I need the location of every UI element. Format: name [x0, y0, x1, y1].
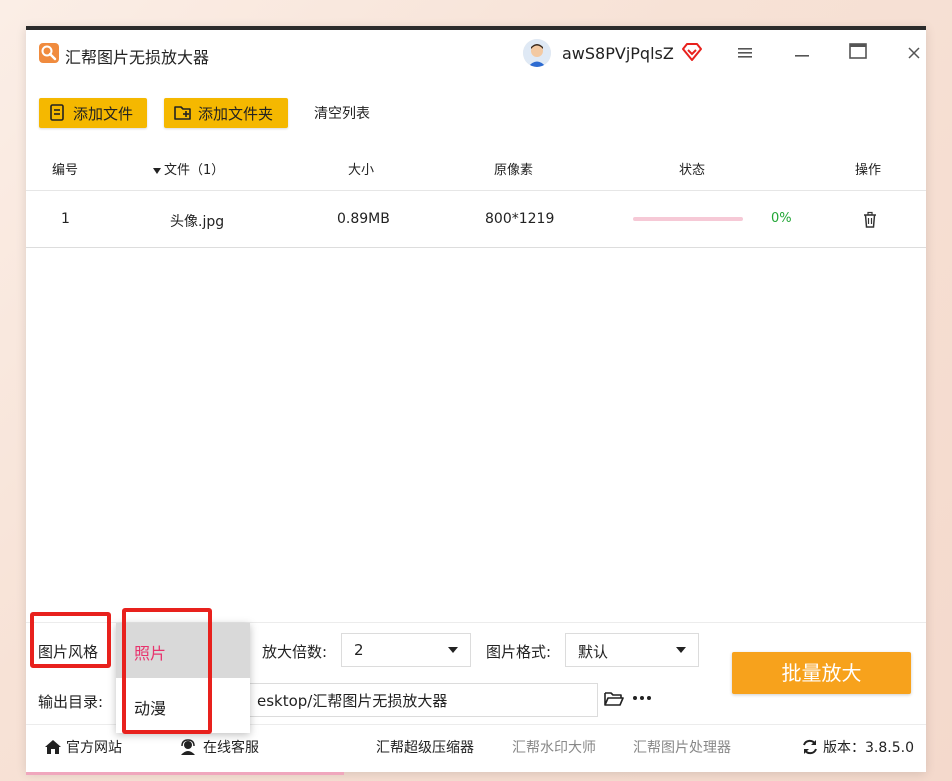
bottom-accent-bar [26, 772, 344, 775]
scale-label: 放大倍数: [262, 643, 328, 661]
progress-percent: 0% [771, 211, 792, 226]
scale-value: 2 [354, 641, 364, 659]
app-title: 汇帮图片无损放大器 [65, 48, 210, 67]
home-icon [45, 740, 61, 754]
menu-icon[interactable] [733, 42, 757, 66]
official-site-label: 官方网站 [66, 740, 122, 756]
maximize-icon[interactable] [846, 42, 870, 66]
format-value: 默认 [578, 643, 609, 661]
title-bar: 汇帮图片无损放大器 awS8PVjPqlsZ [26, 30, 926, 78]
avatar[interactable] [523, 39, 551, 67]
watermark-link[interactable]: 汇帮水印大师 [512, 737, 596, 757]
add-file-label: 添加文件 [73, 104, 134, 123]
add-folder-button[interactable]: 添加文件夹 [164, 98, 288, 128]
clear-list-button[interactable]: 清空列表 [314, 103, 370, 123]
chevron-down-icon [448, 647, 458, 653]
add-file-button[interactable]: 添加文件 [39, 98, 147, 128]
add-file-icon [50, 104, 64, 121]
row-filename: 头像.jpg [170, 214, 225, 230]
image-processor-link[interactable]: 汇帮图片处理器 [633, 737, 731, 757]
toolbar: 添加文件 添加文件夹 清空列表 [26, 78, 926, 138]
compressor-link[interactable]: 汇帮超级压缩器 [376, 737, 474, 757]
online-service-label: 在线客服 [203, 740, 259, 756]
online-service-link[interactable]: 在线客服 [179, 737, 259, 757]
headset-icon [181, 739, 195, 755]
col-size: 大小 [348, 163, 375, 178]
more-icon[interactable] [632, 692, 652, 704]
col-status: 状态 [679, 163, 706, 178]
table-row[interactable]: 1 头像.jpg 0.89MB 800*1219 0% [26, 191, 926, 248]
version-info[interactable]: 版本：3.8.5.0 [801, 737, 914, 757]
chevron-down-icon [676, 647, 686, 653]
col-file-label: 文件（1） [164, 163, 225, 178]
highlight-box-style-label [30, 612, 111, 668]
progress-bar [633, 217, 743, 221]
close-icon[interactable] [902, 42, 926, 66]
add-folder-icon [174, 106, 191, 120]
app-window: 汇帮图片无损放大器 awS8PVjPqlsZ 添加文件 添加文件夹 清空列表 编… [26, 26, 926, 772]
version-label: 版本：3.8.5.0 [823, 740, 914, 756]
row-id: 1 [61, 211, 70, 227]
vip-diamond-icon[interactable] [681, 42, 703, 62]
format-label: 图片格式: [486, 643, 552, 661]
col-file[interactable]: 文件（1） [153, 159, 224, 178]
format-select[interactable]: 默认 [565, 633, 699, 667]
sort-caret-icon [153, 167, 161, 174]
output-path-value: esktop/汇帮图片无损放大器 [257, 692, 448, 710]
highlight-box-style-options [122, 608, 212, 734]
folder-open-icon[interactable] [604, 690, 624, 708]
col-action: 操作 [855, 163, 882, 178]
batch-enlarge-button[interactable]: 批量放大 [732, 652, 911, 694]
minimize-icon[interactable] [790, 42, 814, 66]
row-size: 0.89MB [337, 211, 390, 227]
official-site-link[interactable]: 官方网站 [44, 737, 122, 757]
row-pixels: 800*1219 [485, 211, 555, 227]
app-logo-icon [39, 43, 59, 63]
refresh-icon [803, 739, 817, 755]
scale-select[interactable]: 2 [341, 633, 471, 667]
delete-icon[interactable] [862, 211, 878, 229]
table-header: 编号 文件（1） 大小 原像素 状态 操作 [26, 138, 926, 191]
output-label: 输出目录: [38, 693, 104, 711]
add-folder-label: 添加文件夹 [198, 104, 274, 123]
col-pixels: 原像素 [494, 163, 534, 178]
username[interactable]: awS8PVjPqlsZ [562, 44, 674, 63]
col-id: 编号 [52, 163, 79, 178]
